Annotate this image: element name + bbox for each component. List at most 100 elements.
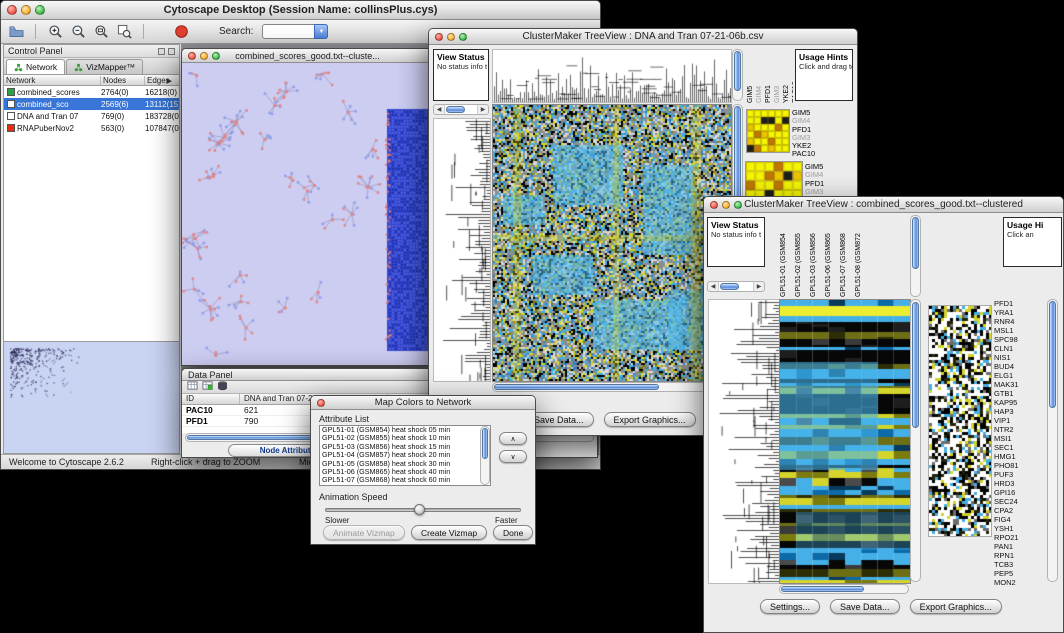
create-vizmap-button[interactable]: Create Vizmap: [411, 525, 487, 540]
zoom-fit-icon[interactable]: [115, 23, 133, 41]
close-button[interactable]: [435, 33, 443, 41]
gene-label[interactable]: PFD1: [994, 299, 1042, 308]
network-row[interactable]: combined_scores 2764(0) 16218(0): [4, 86, 179, 98]
zoom-button[interactable]: [212, 52, 220, 60]
scroll-right-icon[interactable]: ▶: [478, 106, 488, 113]
header-nodes[interactable]: Nodes: [101, 76, 145, 85]
gene-label[interactable]: ELG1: [994, 371, 1042, 380]
gene-label[interactable]: KAP95: [994, 398, 1042, 407]
zoom-button[interactable]: [459, 33, 467, 41]
heatmap-vscrollbar[interactable]: [910, 299, 921, 582]
gene-label[interactable]: HMG1: [994, 452, 1042, 461]
labels-vscrollbar[interactable]: [910, 215, 921, 297]
gene-label[interactable]: MSL1: [994, 326, 1042, 335]
scrollbar-thumb[interactable]: [781, 586, 864, 592]
titlebar-treeview-dna[interactable]: ClusterMaker TreeView : DNA and Tran 07-…: [429, 29, 857, 45]
zoom-selected-icon[interactable]: [92, 23, 110, 41]
correlation-matrix-small[interactable]: [746, 109, 790, 153]
gene-label[interactable]: TCB3: [994, 560, 1042, 569]
move-down-button[interactable]: ∨: [499, 450, 527, 463]
gene-label[interactable]: BUD4: [994, 362, 1042, 371]
gene-label[interactable]: RNR4: [994, 317, 1042, 326]
gene-label[interactable]: FIG4: [994, 515, 1042, 524]
gene-label[interactable]: PAC10: [792, 150, 815, 158]
close-button[interactable]: [317, 399, 325, 407]
treeview-button[interactable]: Export Graphics...: [604, 412, 696, 427]
close-button[interactable]: [710, 201, 718, 209]
scrollbar-thumb[interactable]: [482, 428, 488, 459]
gene-label[interactable]: PUF3: [994, 470, 1042, 479]
gene-label[interactable]: YSH1: [994, 524, 1042, 533]
done-button[interactable]: Done: [493, 525, 533, 540]
network-row[interactable]: RNAPuberNov2 563(0) 107847(0): [4, 122, 179, 134]
combo-dropdown-icon[interactable]: ▼: [314, 24, 328, 39]
tab-overflow-button[interactable]: ▶: [167, 77, 177, 87]
column-dendrogram[interactable]: [492, 49, 732, 103]
dendrogram-vscrollbar[interactable]: [732, 49, 743, 101]
gene-list-vscrollbar[interactable]: [1047, 299, 1058, 582]
titlebar-treeview-combined[interactable]: ClusterMaker TreeView : combined_scores_…: [704, 197, 1063, 213]
header-id[interactable]: ID: [182, 394, 240, 404]
scroll-right-icon[interactable]: ▶: [754, 283, 764, 290]
close-button[interactable]: [7, 5, 17, 15]
dendrogram-hscrollbar[interactable]: ◀ ▶: [707, 281, 765, 292]
gene-label[interactable]: SPC98: [994, 335, 1042, 344]
titlebar-main[interactable]: Cytoscape Desktop (Session Name: collins…: [1, 1, 600, 20]
header-network[interactable]: Network: [4, 76, 101, 85]
gene-label[interactable]: PHO81: [994, 461, 1042, 470]
heatmap-hscrollbar[interactable]: [779, 584, 909, 594]
gene-label[interactable]: YRA1: [994, 308, 1042, 317]
network-row[interactable]: combined_sco 2569(6) 13112(15): [4, 98, 179, 110]
panel-tab[interactable]: Network: [6, 59, 65, 74]
heatmap-global-view[interactable]: [492, 104, 732, 382]
close-button[interactable]: [188, 52, 196, 60]
float-panel-icon[interactable]: [158, 48, 165, 55]
gene-label[interactable]: MON2: [994, 578, 1042, 587]
gene-label[interactable]: CLN1: [994, 344, 1042, 353]
scrollbar-thumb[interactable]: [494, 384, 659, 390]
gene-label[interactable]: RPO21: [994, 533, 1042, 542]
minimize-button[interactable]: [200, 52, 208, 60]
zoom-button[interactable]: [35, 5, 45, 15]
scrollbar-thumb[interactable]: [912, 302, 919, 428]
search-combobox[interactable]: ▼: [262, 24, 328, 39]
move-up-button[interactable]: ∧: [499, 432, 527, 445]
attribute-list-vscrollbar[interactable]: [480, 426, 490, 485]
treeview-button[interactable]: Save Data...: [830, 599, 900, 614]
minimize-button[interactable]: [447, 33, 455, 41]
open-folder-icon[interactable]: [7, 23, 25, 41]
scroll-left-icon[interactable]: ◀: [708, 283, 718, 290]
minimize-button[interactable]: [21, 5, 31, 15]
gene-label[interactable]: RPN1: [994, 551, 1042, 560]
heatmap-hscrollbar[interactable]: [492, 382, 730, 392]
gene-label[interactable]: HRD3: [994, 479, 1042, 488]
scroll-left-icon[interactable]: ◀: [434, 106, 444, 113]
gene-label[interactable]: PAN1: [994, 542, 1042, 551]
gene-label[interactable]: MAK31: [994, 380, 1042, 389]
network-graph-view[interactable]: [182, 63, 433, 365]
attribute-list[interactable]: GPL51-01 (GSM854) heat shock 05 minGPL51…: [319, 425, 491, 486]
row-dendrogram[interactable]: [433, 118, 491, 382]
titlebar-map-colors[interactable]: Map Colors to Network: [311, 396, 535, 410]
gene-label[interactable]: SEC1: [994, 443, 1042, 452]
animate-vizmap-button[interactable]: Animate Vizmap: [323, 525, 405, 540]
zoom-in-icon[interactable]: [46, 23, 64, 41]
gene-label[interactable]: GTB1: [994, 389, 1042, 398]
scrollbar-thumb[interactable]: [912, 217, 919, 269]
network-row[interactable]: DNA and Tran 07 769(0) 183728(0): [4, 110, 179, 122]
gene-label[interactable]: GPI16: [994, 488, 1042, 497]
gene-label[interactable]: NIS1: [994, 353, 1042, 362]
close-panel-icon[interactable]: [168, 48, 175, 55]
treeview-button[interactable]: Settings...: [760, 599, 820, 614]
row-dendrogram[interactable]: [708, 299, 780, 584]
scrollbar-thumb[interactable]: [734, 51, 741, 91]
scrollbar-thumb[interactable]: [1049, 301, 1056, 408]
heatmap-zoom-view[interactable]: [928, 305, 992, 537]
treeview-button[interactable]: Export Graphics...: [910, 599, 1002, 614]
attribute-list-item[interactable]: GPL51-07 (GSM868) heat shock 60 min: [320, 476, 490, 484]
zoom-button[interactable]: [734, 201, 742, 209]
minimize-button[interactable]: [722, 201, 730, 209]
gene-label[interactable]: CPA2: [994, 506, 1042, 515]
gene-label[interactable]: PEP5: [994, 569, 1042, 578]
gene-label[interactable]: MSI1: [994, 434, 1042, 443]
